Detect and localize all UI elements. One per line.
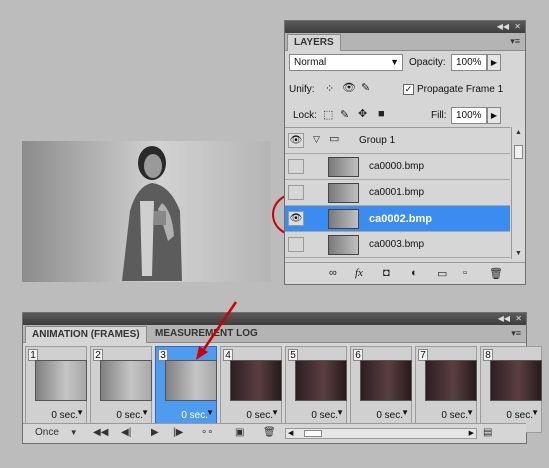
annotation-arrow — [196, 301, 238, 360]
